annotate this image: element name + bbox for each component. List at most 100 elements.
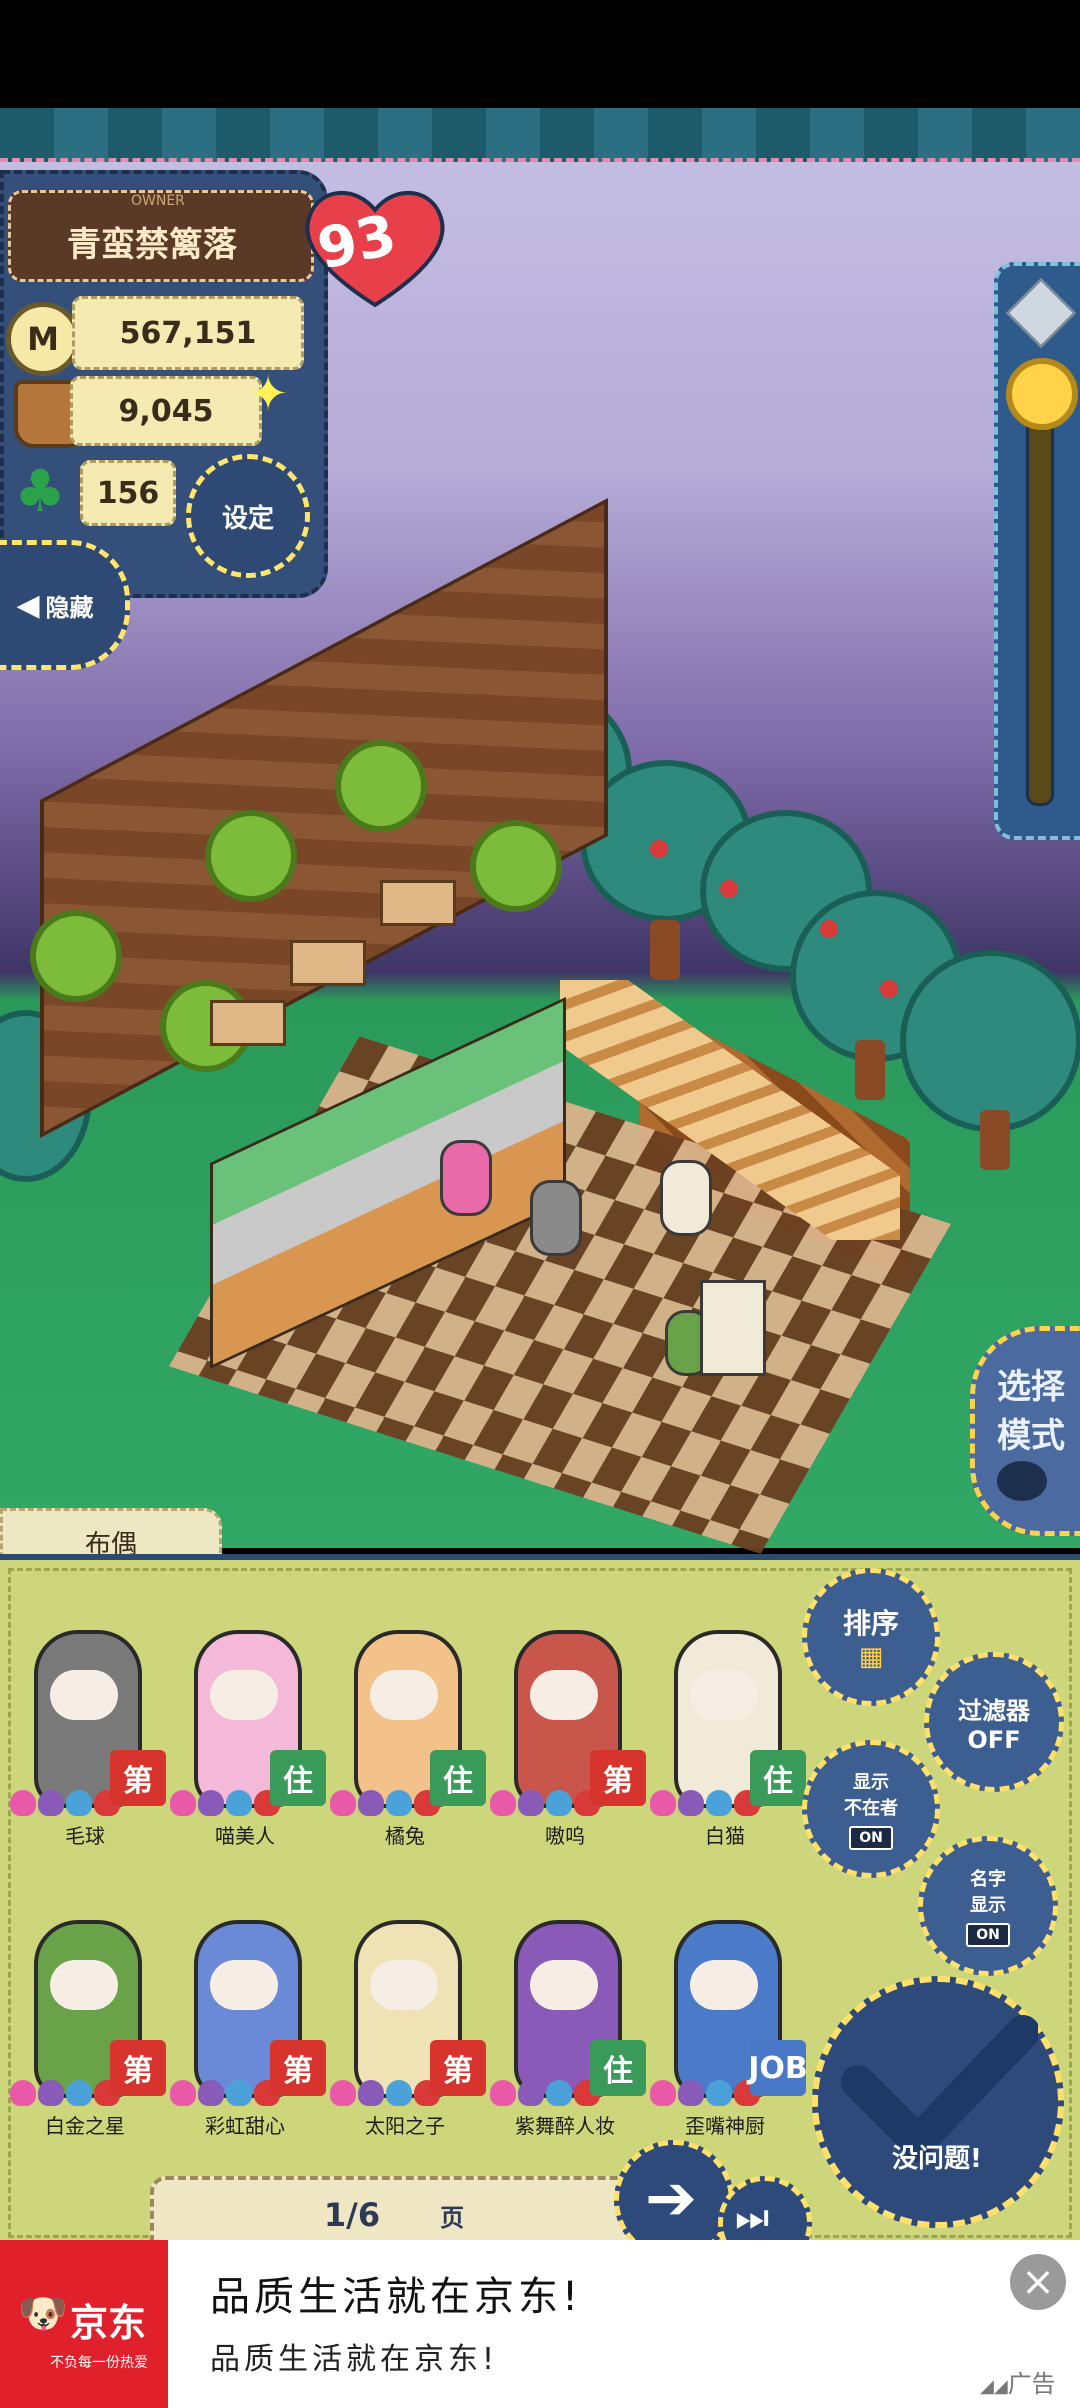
page-indicator: 1/6 bbox=[323, 2196, 381, 2234]
doll-status-badge: 第 bbox=[430, 2040, 486, 2096]
doll-affection-hearts bbox=[330, 1790, 440, 1818]
doll-status-badge: 第 bbox=[590, 1750, 646, 1806]
ad-tag-icon: ◢◢ bbox=[980, 2376, 1008, 2397]
doll-name: 喵美人 bbox=[215, 1824, 275, 1848]
doll-status-badge: 第 bbox=[110, 1750, 166, 1806]
doll-name: 太阳之子 bbox=[365, 2114, 445, 2138]
village-name-plaque: OWNER 青蛮禁篱落 bbox=[8, 190, 314, 282]
brand-dog-icon: 🐶 bbox=[18, 2291, 68, 2337]
doll-affection-hearts bbox=[10, 2080, 120, 2108]
doll-card[interactable]: 第毛球 bbox=[10, 1610, 166, 1850]
money-icon-letter: M bbox=[27, 320, 59, 358]
ad-subline: 品质生活就在京东! bbox=[210, 2342, 499, 2377]
left-arrow-icon: ◀ bbox=[16, 587, 40, 623]
doll-status-badge: 住 bbox=[590, 2040, 646, 2096]
clover-value: 156 bbox=[80, 460, 176, 526]
doll-affection-hearts bbox=[490, 2080, 600, 2108]
mouse-icon bbox=[997, 1461, 1047, 1501]
doll-card[interactable]: 第白金之星 bbox=[10, 1900, 166, 2140]
hide-label: 隐藏 bbox=[45, 593, 94, 622]
doll-status-badge: 住 bbox=[750, 1750, 806, 1806]
show-absent-button[interactable]: 显示 不在者 ON bbox=[802, 1740, 940, 1878]
doll-card[interactable]: 住白猫 bbox=[650, 1610, 806, 1850]
filter-button[interactable]: 过滤器 OFF bbox=[924, 1652, 1064, 1792]
filter-state: OFF bbox=[967, 1725, 1021, 1754]
doll-card[interactable]: 住紫舞醉人妆 bbox=[490, 1900, 646, 2140]
doll-affection-hearts bbox=[650, 2080, 760, 2108]
doll-affection-hearts bbox=[10, 1790, 120, 1818]
close-icon: × bbox=[1021, 2259, 1055, 2305]
select-mode-button[interactable]: 选择 模式 bbox=[970, 1326, 1080, 1536]
doll-face bbox=[50, 1960, 118, 2010]
arcade-machine[interactable] bbox=[700, 1280, 766, 1376]
doll-name: 毛球 bbox=[65, 1824, 105, 1848]
doll-name: 白猫 bbox=[705, 1824, 745, 1848]
doll-card[interactable]: 住喵美人 bbox=[170, 1610, 326, 1850]
ad-brand-slogan: 不负每一份热爱 bbox=[50, 2355, 148, 2371]
harvest-value: 9,045 bbox=[70, 376, 262, 446]
settings-label: 设定 bbox=[221, 503, 274, 534]
doll-face bbox=[690, 1670, 758, 1720]
doll-in-room[interactable] bbox=[530, 1180, 582, 1256]
village-name: 青蛮禁篱落 bbox=[67, 225, 237, 265]
doll-face bbox=[530, 1670, 598, 1720]
doll-name: 歪嘴神厨 bbox=[685, 2114, 765, 2138]
doll-affection-hearts bbox=[490, 1790, 600, 1818]
doll-card[interactable]: 第彩虹甜心 bbox=[170, 1900, 326, 2140]
hide-button[interactable]: ◀ 隐藏 bbox=[0, 540, 130, 670]
doll-card[interactable]: 第太阳之子 bbox=[330, 1900, 486, 2140]
sort-button[interactable]: 排序 ▦ bbox=[802, 1568, 940, 1706]
doll-status-badge: 住 bbox=[430, 1750, 486, 1806]
filter-label: 过滤器 bbox=[958, 1696, 1030, 1725]
doll-status-badge: JOB bbox=[748, 2040, 808, 2096]
doll-name: 白金之星 bbox=[45, 2114, 125, 2138]
doll-face bbox=[370, 1960, 438, 2010]
doll-status-badge: 第 bbox=[110, 2040, 166, 2096]
doll-card[interactable]: 住橘兔 bbox=[330, 1610, 486, 1850]
doll-face bbox=[210, 1670, 278, 1720]
doll-in-room[interactable] bbox=[440, 1140, 492, 1216]
doll-name: 嗷呜 bbox=[545, 1824, 585, 1848]
zoom-slider-track[interactable] bbox=[1026, 390, 1054, 806]
doll-name: 橘兔 bbox=[385, 1824, 425, 1848]
status-bar bbox=[0, 0, 1080, 108]
doll-face bbox=[210, 1960, 278, 2010]
doll-card[interactable]: 第嗷呜 bbox=[490, 1610, 646, 1850]
owner-caption: OWNER bbox=[131, 193, 185, 209]
fast-forward-icon: ⏭ bbox=[735, 2195, 770, 2239]
ad-headline: 品质生活就在京东! bbox=[210, 2274, 583, 2320]
show-name-label-2: 显示 bbox=[970, 1895, 1006, 1916]
show-name-toggle[interactable]: ON bbox=[966, 1923, 1010, 1947]
doll-affection-hearts bbox=[170, 2080, 280, 2108]
doll-status-badge: 第 bbox=[270, 2040, 326, 2096]
doll-in-room[interactable] bbox=[660, 1160, 712, 1236]
show-absent-label-1: 显示 bbox=[853, 1772, 889, 1793]
ad-close-button[interactable]: × bbox=[1010, 2254, 1066, 2310]
doll-card[interactable]: JOB 歪嘴神厨 bbox=[650, 1900, 808, 2140]
confirm-button[interactable]: 没问题! bbox=[812, 1976, 1064, 2228]
show-name-button[interactable]: 名字 显示 ON bbox=[918, 1836, 1058, 1976]
doll-affection-hearts bbox=[330, 2080, 440, 2108]
doll-affection-hearts bbox=[170, 1790, 280, 1818]
select-mode-label-1: 选择 bbox=[997, 1367, 1065, 1407]
page-unit: 页 bbox=[440, 2203, 465, 2232]
doll-face bbox=[690, 1960, 758, 2010]
doll-face bbox=[370, 1670, 438, 1720]
doll-status-badge: 住 bbox=[270, 1750, 326, 1806]
show-name-label-1: 名字 bbox=[970, 1869, 1006, 1890]
doll-name: 彩虹甜心 bbox=[205, 2114, 285, 2138]
doll-face bbox=[530, 1960, 598, 2010]
doll-name: 紫舞醉人妆 bbox=[515, 2114, 615, 2138]
doll-affection-hearts bbox=[650, 1790, 760, 1818]
sort-label: 排序 bbox=[842, 1607, 899, 1640]
right-arrow-icon: ➔ bbox=[645, 2161, 697, 2234]
settings-button[interactable]: 设定 bbox=[186, 454, 310, 578]
ad-brand-logo[interactable]: 🐶 京东 不负每一份热爱 bbox=[0, 2240, 168, 2408]
sort-icon: ▦ bbox=[858, 1642, 884, 1672]
show-absent-toggle[interactable]: ON bbox=[849, 1826, 893, 1850]
bunting-border bbox=[0, 108, 1080, 162]
select-mode-label-2: 模式 bbox=[997, 1416, 1065, 1456]
money-value: 567,151 bbox=[72, 296, 304, 370]
zoom-slider-knob[interactable] bbox=[1006, 358, 1078, 430]
ad-tag: ◢◢广告 bbox=[980, 2364, 1056, 2399]
